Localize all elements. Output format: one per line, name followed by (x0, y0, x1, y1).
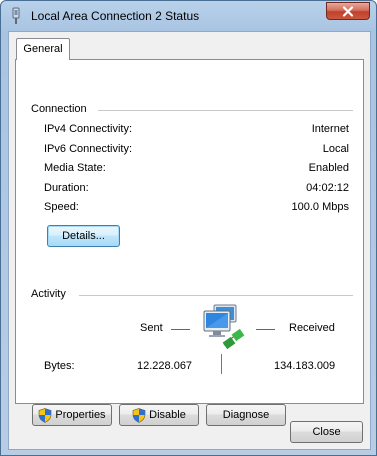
window-title: Local Area Connection 2 Status (31, 9, 200, 23)
activity-group-line (79, 295, 353, 296)
media-state-label: Media State: (44, 162, 106, 174)
uac-shield-icon (39, 407, 52, 423)
general-tab-panel: Connection IPv4 Connectivity: Internet I… (15, 59, 364, 426)
bytes-received-value: 134.183.009 (274, 360, 336, 372)
sent-connector-line (171, 329, 190, 330)
dialog-client-area: General Connection IPv4 Connectivity: In… (8, 31, 371, 450)
connection-group-line (98, 110, 353, 111)
connection-group-label: Connection (31, 103, 91, 115)
properties-button[interactable]: Properties (32, 404, 112, 426)
close-icon (342, 5, 354, 17)
properties-button-label: Properties (55, 409, 106, 421)
title-bar[interactable]: Local Area Connection 2 Status (1, 1, 376, 31)
received-label: Received (289, 322, 335, 334)
ipv4-connectivity-value: Internet (311, 123, 349, 135)
received-connector-line (256, 329, 275, 330)
bytes-label: Bytes: (44, 360, 75, 372)
speed-label: Speed: (44, 201, 79, 213)
disable-button[interactable]: Disable (119, 404, 199, 426)
bytes-sent-value: 12.228.067 (137, 360, 193, 372)
status-dialog-window: Local Area Connection 2 Status General C… (0, 0, 377, 456)
diagnose-button[interactable]: Diagnose (206, 404, 286, 426)
details-button[interactable]: Details... (47, 225, 120, 247)
speed-value: 100.0 Mbps (291, 201, 349, 213)
sent-label: Sent (140, 322, 163, 334)
network-adapter-icon (12, 7, 20, 24)
bytes-divider (221, 354, 222, 374)
duration-label: Duration: (44, 182, 89, 194)
activity-group-label: Activity (31, 288, 70, 300)
ipv6-connectivity-value: Local (322, 143, 349, 155)
media-state-value: Enabled (308, 162, 349, 174)
tab-general[interactable]: General (16, 38, 70, 60)
ipv6-connectivity-label: IPv6 Connectivity: (44, 143, 133, 155)
disable-button-label: Disable (149, 409, 186, 421)
duration-value: 04:02:12 (306, 182, 349, 194)
network-computers-icon (203, 304, 245, 350)
close-button[interactable]: Close (290, 421, 363, 443)
uac-shield-icon (132, 407, 146, 423)
window-close-button[interactable] (326, 2, 370, 20)
ipv4-connectivity-label: IPv4 Connectivity: (44, 123, 133, 135)
